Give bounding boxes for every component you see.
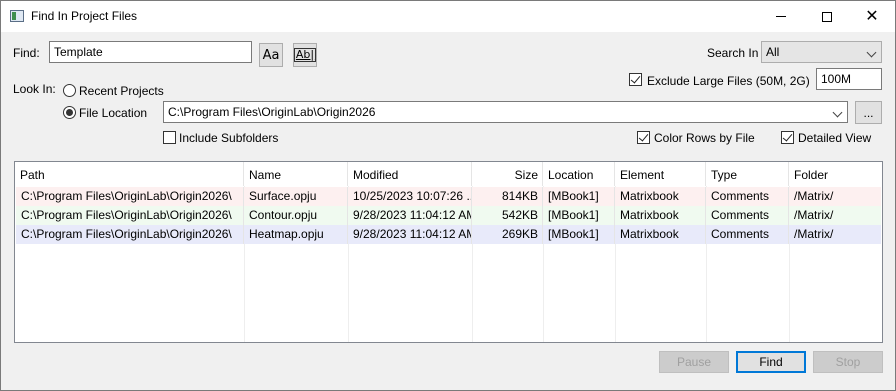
cell-folder: /Matrix/ — [794, 189, 834, 203]
cell-type: Comments — [706, 225, 789, 244]
find-label: Find: — [13, 46, 40, 60]
color-rows-by-file-checkbox[interactable] — [637, 131, 650, 144]
cell-path: C:\Program Files\OriginLab\Origin2026\ — [16, 206, 244, 225]
file-location-path-value: C:\Program Files\OriginLab\Origin2026 — [168, 105, 376, 119]
cell-name: Heatmap.opju — [244, 225, 348, 244]
close-icon: ✕ — [865, 7, 879, 25]
file-location-radio[interactable] — [63, 106, 76, 119]
column-header-size[interactable]: Size — [472, 162, 543, 186]
cell-size: 269KB — [472, 225, 543, 244]
match-case-button[interactable]: Aa — [259, 43, 283, 67]
cell-size: 542KB — [472, 206, 543, 225]
table-row[interactable]: C:\Program Files\OriginLab\Origin2026\ He… — [16, 225, 881, 244]
cell-element: Matrixbook — [615, 206, 706, 225]
chevron-down-icon — [832, 107, 843, 118]
find-input[interactable]: Template — [49, 41, 252, 63]
minimize-button[interactable] — [758, 1, 804, 32]
cell-modified: 9/28/2023 11:04:12 AM — [348, 225, 472, 244]
column-header-path[interactable]: Path — [15, 162, 244, 186]
maximize-icon — [822, 11, 832, 22]
table-row[interactable]: C:\Program Files\OriginLab\Origin2026\ Su… — [16, 187, 881, 206]
find-in-project-files-dialog: Find In Project Files ✕ Find: Template A… — [0, 0, 896, 391]
cell-element: Matrixbook — [615, 187, 706, 206]
cell-folder: /Matrix/ — [794, 208, 834, 222]
column-header-location[interactable]: Location — [543, 162, 615, 186]
close-button[interactable]: ✕ — [849, 1, 895, 32]
whole-word-button[interactable]: Ab| — [293, 43, 317, 67]
detailed-view-checkbox[interactable] — [781, 131, 794, 144]
column-header-name[interactable]: Name — [244, 162, 348, 186]
column-header-modified[interactable]: Modified — [348, 162, 472, 186]
cell-location: [MBook1] — [543, 225, 615, 244]
results-table[interactable]: Path Name Modified Size Location Element… — [14, 161, 883, 343]
pause-button[interactable]: Pause — [659, 351, 729, 373]
cell-name: Surface.opju — [244, 187, 348, 206]
search-in-label: Search In — [707, 46, 759, 60]
cell-size: 814KB — [472, 187, 543, 206]
cell-folder: /Matrix/ — [794, 227, 834, 241]
table-row[interactable]: C:\Program Files\OriginLab\Origin2026\ Co… — [16, 206, 881, 225]
cell-modified: 10/25/2023 10:07:26 ... — [348, 187, 472, 206]
cell-name: Contour.opju — [244, 206, 348, 225]
find-button[interactable]: Find — [736, 351, 806, 373]
size-limit-input[interactable]: 100M — [816, 68, 882, 90]
include-subfolders-checkbox[interactable] — [163, 131, 176, 144]
file-location-label: File Location — [79, 106, 148, 120]
whole-word-icon: Ab| — [293, 48, 317, 62]
cell-location: [MBook1] — [543, 206, 615, 225]
cell-location: [MBook1] — [543, 187, 615, 206]
file-location-path-select[interactable]: C:\Program Files\OriginLab\Origin2026 — [163, 101, 848, 123]
color-rows-by-file-label: Color Rows by File — [654, 131, 755, 145]
cell-type: Comments — [706, 187, 789, 206]
browse-label: ... — [863, 105, 874, 120]
maximize-button[interactable] — [804, 1, 850, 32]
cell-element: Matrixbook — [615, 225, 706, 244]
search-in-select[interactable]: All — [761, 41, 882, 63]
column-header-type[interactable]: Type — [706, 162, 789, 186]
cell-type: Comments — [706, 206, 789, 225]
browse-button[interactable]: ... — [855, 101, 882, 124]
recent-projects-radio[interactable] — [63, 84, 76, 97]
detailed-view-label: Detailed View — [798, 131, 872, 145]
cell-path: C:\Program Files\OriginLab\Origin2026\ — [16, 225, 244, 244]
window-title: Find In Project Files — [31, 9, 138, 23]
match-case-icon: Aa — [262, 47, 280, 63]
column-header-folder[interactable]: Folder — [789, 162, 882, 186]
search-in-value: All — [766, 45, 780, 59]
exclude-large-files-label: Exclude Large Files (50M, 2G) — [647, 74, 810, 88]
app-icon — [10, 10, 24, 22]
cell-modified: 9/28/2023 11:04:12 AM — [348, 206, 472, 225]
include-subfolders-label: Include Subfolders — [179, 131, 279, 145]
exclude-large-files-checkbox[interactable] — [629, 73, 642, 86]
chevron-down-icon — [866, 47, 877, 58]
column-header-element[interactable]: Element — [615, 162, 706, 186]
look-in-label: Look In: — [13, 82, 56, 96]
title-bar: Find In Project Files ✕ — [1, 1, 895, 32]
recent-projects-label: Recent Projects — [79, 84, 164, 98]
minimize-icon — [776, 16, 786, 17]
stop-button[interactable]: Stop — [813, 351, 883, 373]
cell-path: C:\Program Files\OriginLab\Origin2026\ — [16, 187, 244, 206]
